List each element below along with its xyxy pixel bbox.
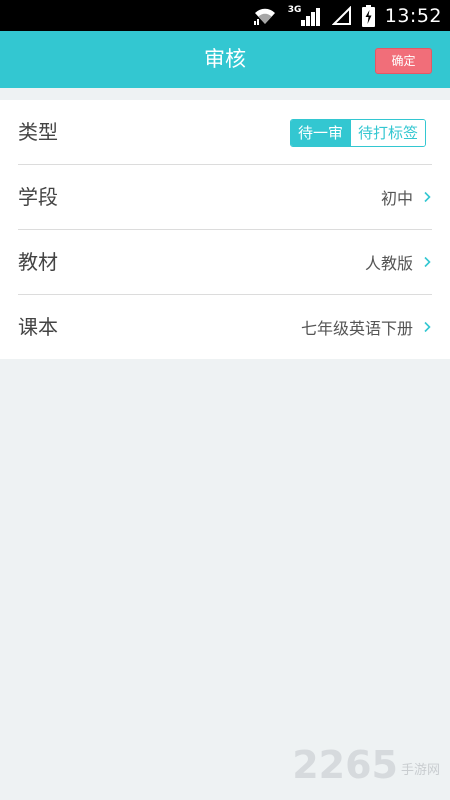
stage-value: 初中 — [380, 189, 413, 208]
watermark-number: 2265 — [292, 743, 398, 787]
battery-charging-icon — [361, 4, 375, 27]
stage-value-wrap: 初中 — [381, 165, 432, 229]
confirm-button[interactable]: 确定 — [375, 48, 432, 74]
app-bar: 审核 确定 — [0, 31, 450, 88]
type-row: 类型 待一审 待打标签 — [18, 100, 432, 165]
textbook-value: 人教版 — [364, 254, 413, 273]
signal-icon: 3G — [288, 5, 322, 27]
textbook-value-wrap: 人教版 — [365, 230, 432, 294]
chevron-right-icon — [424, 321, 431, 333]
stage-row[interactable]: 学段 初中 — [18, 165, 432, 230]
watermark-logo: 2265 手游网 — [292, 746, 440, 784]
chevron-right-icon — [424, 256, 431, 268]
sim-icon — [331, 5, 351, 25]
status-icons: 3G 13:52 — [252, 0, 442, 31]
type-option-first-review[interactable]: 待一审 — [290, 120, 350, 146]
type-label: 类型 — [18, 120, 58, 144]
book-value-wrap: 七年级英语下册 — [301, 295, 432, 359]
textbook-label: 教材 — [18, 250, 58, 274]
stage-label: 学段 — [18, 185, 58, 209]
wifi-icon — [253, 8, 275, 25]
type-option-to-tag[interactable]: 待打标签 — [349, 120, 425, 146]
status-bar: 3G 13:52 — [0, 0, 450, 31]
status-time: 13:52 — [384, 4, 442, 27]
chevron-right-icon — [424, 191, 431, 203]
book-value: 七年级英语下册 — [300, 319, 413, 338]
watermark-text: 手游网 — [400, 763, 440, 778]
type-segmented-control: 待一审 待打标签 — [289, 119, 426, 147]
textbook-row[interactable]: 教材 人教版 — [18, 230, 432, 295]
book-label: 课本 — [18, 315, 58, 339]
book-row[interactable]: 课本 七年级英语下册 — [18, 295, 432, 360]
filter-form: 类型 待一审 待打标签 学段 初中 教材 人教版 课本 七年级英语下册 — [0, 100, 450, 359]
